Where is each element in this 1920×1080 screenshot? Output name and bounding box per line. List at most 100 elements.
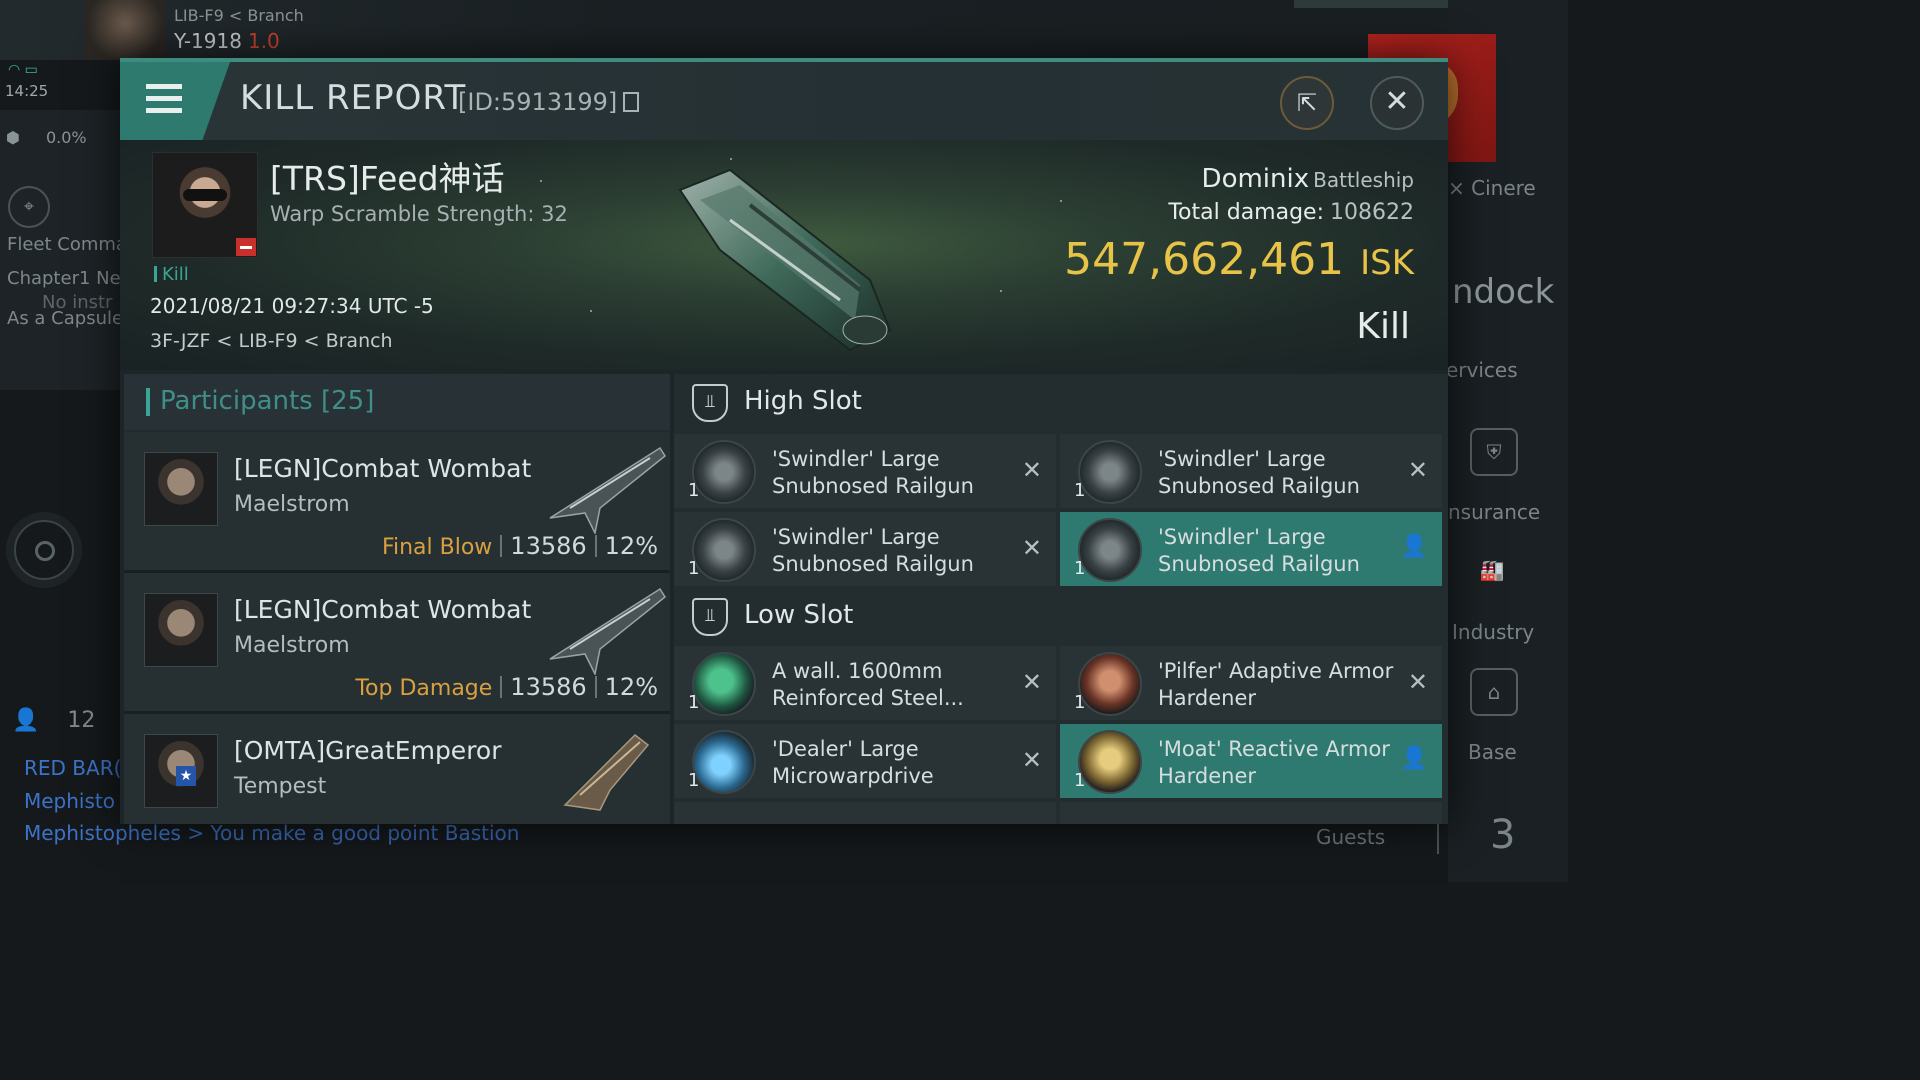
current-system[interactable]: Y-1918 1.0 [174,29,280,53]
participant-tag: Top Damage [355,676,493,701]
industry-icon[interactable]: 🏭 [1470,548,1514,592]
destroyed-icon: ✕ [1407,456,1428,484]
module-item[interactable]: 1 'Pilfer' Adaptive Armor Hardener ✕ [1060,646,1442,720]
report-id-text: [ID:5913199] [458,88,618,116]
ship-class: Battleship [1313,168,1414,192]
railgun-icon [692,440,756,504]
participant-damage: 13586 [510,532,587,560]
chat-sender[interactable]: Mephistopheles [24,821,181,845]
left-text-line: Chapter1 Ne [7,268,121,289]
participants-title: Participants [25] [160,386,375,416]
low-slot-title: Low Slot [744,600,854,630]
participant-row[interactable]: [LEGN]Combat Wombat Maelstrom Final Blow… [124,432,670,573]
railgun-icon [1078,440,1142,504]
module-name: 'Pilfer' Adaptive Armor Hardener [1158,659,1394,710]
location-pin-icon[interactable]: ⌖ [8,186,50,228]
external-link-icon: ⇱ [1296,89,1318,117]
module-item[interactable]: 1 A wall. 1600mm Reinforced Steel... ✕ [674,646,1056,720]
victim-ship-render[interactable] [660,160,910,360]
hostile-standing-icon [236,238,256,256]
module-item[interactable]: 1 'Moat' Reactive Armor Hardener 👤 [1060,724,1442,798]
module-name: 'Swindler' Large Snubnosed Railgun [772,447,974,498]
local-count-value: 12 [67,708,96,733]
participant-portrait[interactable] [144,593,218,667]
target-reticle-icon[interactable] [14,520,74,580]
reactive-hardener-icon [1078,730,1142,794]
report-result: Kill [1356,306,1410,347]
module-item[interactable]: 1 'Swindler' Large Snubnosed Railgun ✕ [1060,434,1442,508]
participant-name[interactable]: [LEGN]Combat Wombat [234,454,531,483]
victim-name[interactable]: [TRS]Feed神话 [270,152,505,200]
right-label-text: Cinere [1471,176,1536,200]
star-badge-icon: ★ [176,766,196,786]
kill-location[interactable]: 3F-JZF < LIB-F9 < Branch [150,330,393,352]
isk-value: 547,662,461 ISK [1064,234,1414,285]
kill-report-modal: KILL REPORT [ID:5913199] ⇱ ✕ [TRS]Feed神话… [120,58,1448,824]
participant-name[interactable]: [OMTA]GreatEmperor [234,736,502,765]
base-label[interactable]: Base [1468,740,1517,764]
copy-icon[interactable] [623,92,640,112]
armor-hardener-icon [1078,652,1142,716]
chat-line: Mephistopheles > You make a good point B… [24,821,519,845]
module-name: 'Moat' Reactive Armor Hardener [1158,737,1390,788]
destroyed-icon: ✕ [1021,456,1042,484]
module-item-partial[interactable] [1060,802,1442,824]
destroyed-icon: ✕ [1407,668,1428,696]
module-item[interactable]: 1 'Swindler' Large Snubnosed Railgun 👤 [1060,512,1442,586]
module-quantity: 1 [688,558,700,579]
isk-unit: ISK [1360,243,1414,283]
module-quantity: 1 [1074,558,1086,579]
participant-portrait[interactable] [144,452,218,526]
participant-damage: 13586 [510,673,587,701]
participant-ship: Maelstrom [234,633,350,658]
wifi-icon: ◠ ▭ [8,62,38,78]
ship-type[interactable]: Dominix Battleship [1202,164,1414,194]
modal-title: KILL REPORT [240,78,467,118]
share-external-button[interactable]: ⇱ [1280,76,1334,130]
module-item-partial[interactable] [674,802,1056,824]
module-quantity: 1 [688,692,700,713]
participant-ship: Tempest [234,774,327,799]
cargo-indicator[interactable]: ⬢ 0.0% [6,128,87,147]
participant-row[interactable]: [LEGN]Combat Wombat Maelstrom Top Damage… [124,573,670,714]
module-item[interactable]: 1 'Swindler' Large Snubnosed Railgun ✕ [674,434,1056,508]
railgun-icon [1078,518,1142,582]
participant-stats: Top Damage 13586 12% [355,673,658,701]
location-path: LIB-F9 < Branch [174,6,304,25]
local-count[interactable]: 👤 12 [12,708,95,733]
player-portrait[interactable] [85,0,165,60]
report-id[interactable]: [ID:5913199] [458,88,640,116]
participant-ship-icon [549,446,666,534]
high-slot-icon: ⫫ [692,384,728,422]
undock-button[interactable]: ndock [1452,272,1554,312]
total-damage: Total damage: 108622 [1168,200,1414,225]
participant-name[interactable]: [LEGN]Combat Wombat [234,595,531,624]
low-slot-icon: ⫫ [692,598,728,636]
close-button[interactable]: ✕ [1370,76,1424,130]
high-slot-header: ⫫ High Slot [674,374,1448,432]
base-icon[interactable]: ⌂ [1470,668,1518,716]
system-name: Y-1918 [174,29,242,53]
total-damage-value: 108622 [1330,200,1414,225]
module-quantity: 1 [688,770,700,791]
destroyed-icon: ✕ [1021,668,1042,696]
cargo-percent: 0.0% [45,128,87,147]
destroyed-icon: ✕ [1021,534,1042,562]
insurance-label[interactable]: nsurance [1448,500,1540,524]
railgun-icon [692,518,756,582]
high-slot-title: High Slot [744,386,862,416]
participant-row[interactable]: ★ [OMTA]GreatEmperor Tempest [124,714,670,824]
warp-scramble-strength: Warp Scramble Strength: 32 [270,202,568,226]
chat-line: RED BAR( [24,756,122,780]
industry-label[interactable]: Industry [1452,620,1534,644]
low-slot-header: ⫫ Low Slot [674,588,1448,646]
module-item[interactable]: 1 'Swindler' Large Snubnosed Railgun ✕ [674,512,1056,586]
module-item[interactable]: 1 'Dealer' Large Microwarpdrive ✕ [674,724,1056,798]
total-damage-label: Total damage: [1168,200,1325,225]
guests-label[interactable]: Guests [1316,825,1385,849]
module-name: 'Swindler' Large Snubnosed Railgun [1158,447,1360,498]
participant-ship: Maelstrom [234,492,350,517]
insurance-icon[interactable]: ⛨ [1470,428,1518,476]
destroyed-icon: ✕ [1021,746,1042,774]
participant-ship-icon [563,734,650,811]
